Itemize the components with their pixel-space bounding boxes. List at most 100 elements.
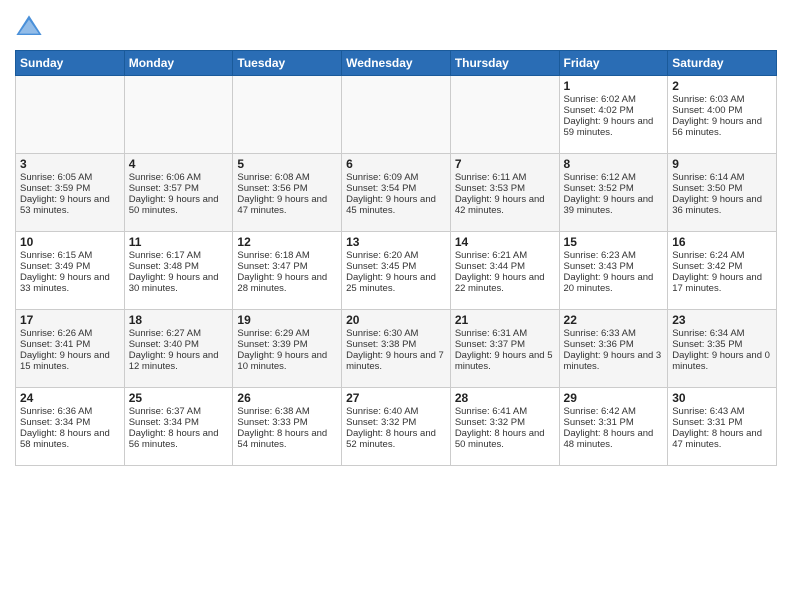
day-number: 25: [129, 391, 229, 405]
day-number: 18: [129, 313, 229, 327]
logo: [15, 14, 47, 42]
cell-info-line: Sunrise: 6:37 AM: [129, 406, 229, 417]
weekday-header-wednesday: Wednesday: [342, 51, 451, 76]
cell-info-line: Sunrise: 6:20 AM: [346, 250, 446, 261]
calendar-cell: [124, 76, 233, 154]
cell-info-line: Sunset: 3:36 PM: [564, 339, 664, 350]
calendar-cell: [450, 76, 559, 154]
cell-info-line: Sunset: 3:54 PM: [346, 183, 446, 194]
cell-info-line: Sunrise: 6:36 AM: [20, 406, 120, 417]
cell-info-line: Sunrise: 6:21 AM: [455, 250, 555, 261]
calendar-cell: 8Sunrise: 6:12 AMSunset: 3:52 PMDaylight…: [559, 154, 668, 232]
cell-info-line: Sunset: 3:45 PM: [346, 261, 446, 272]
calendar-cell: 1Sunrise: 6:02 AMSunset: 4:02 PMDaylight…: [559, 76, 668, 154]
cell-info-line: Sunset: 3:47 PM: [237, 261, 337, 272]
cell-info-line: Sunset: 3:57 PM: [129, 183, 229, 194]
weekday-header-tuesday: Tuesday: [233, 51, 342, 76]
cell-info-line: Sunset: 3:37 PM: [455, 339, 555, 350]
cell-info-line: Sunset: 3:48 PM: [129, 261, 229, 272]
week-row-5: 24Sunrise: 6:36 AMSunset: 3:34 PMDayligh…: [16, 388, 777, 466]
calendar-cell: 12Sunrise: 6:18 AMSunset: 3:47 PMDayligh…: [233, 232, 342, 310]
cell-info-line: Sunrise: 6:03 AM: [672, 94, 772, 105]
cell-info-line: Sunset: 3:35 PM: [672, 339, 772, 350]
cell-info-line: Sunrise: 6:33 AM: [564, 328, 664, 339]
calendar-cell: 18Sunrise: 6:27 AMSunset: 3:40 PMDayligh…: [124, 310, 233, 388]
day-number: 5: [237, 157, 337, 171]
calendar-cell: 30Sunrise: 6:43 AMSunset: 3:31 PMDayligh…: [668, 388, 777, 466]
cell-info-line: Sunset: 3:42 PM: [672, 261, 772, 272]
cell-info-line: Sunrise: 6:30 AM: [346, 328, 446, 339]
calendar-cell: 15Sunrise: 6:23 AMSunset: 3:43 PMDayligh…: [559, 232, 668, 310]
calendar-cell: 22Sunrise: 6:33 AMSunset: 3:36 PMDayligh…: [559, 310, 668, 388]
day-number: 23: [672, 313, 772, 327]
week-row-4: 17Sunrise: 6:26 AMSunset: 3:41 PMDayligh…: [16, 310, 777, 388]
cell-info-line: Sunrise: 6:11 AM: [455, 172, 555, 183]
cell-info-line: Daylight: 9 hours and 25 minutes.: [346, 272, 446, 294]
calendar-cell: [16, 76, 125, 154]
cell-info-line: Daylight: 9 hours and 45 minutes.: [346, 194, 446, 216]
cell-info-line: Sunrise: 6:27 AM: [129, 328, 229, 339]
cell-info-line: Daylight: 8 hours and 47 minutes.: [672, 428, 772, 450]
day-number: 15: [564, 235, 664, 249]
calendar-cell: 27Sunrise: 6:40 AMSunset: 3:32 PMDayligh…: [342, 388, 451, 466]
calendar-cell: 5Sunrise: 6:08 AMSunset: 3:56 PMDaylight…: [233, 154, 342, 232]
cell-info-line: Sunset: 3:38 PM: [346, 339, 446, 350]
cell-info-line: Daylight: 8 hours and 58 minutes.: [20, 428, 120, 450]
calendar-cell: 28Sunrise: 6:41 AMSunset: 3:32 PMDayligh…: [450, 388, 559, 466]
cell-info-line: Sunrise: 6:38 AM: [237, 406, 337, 417]
cell-info-line: Daylight: 8 hours and 56 minutes.: [129, 428, 229, 450]
cell-info-line: Sunset: 3:32 PM: [455, 417, 555, 428]
calendar-cell: 10Sunrise: 6:15 AMSunset: 3:49 PMDayligh…: [16, 232, 125, 310]
day-number: 3: [20, 157, 120, 171]
week-row-2: 3Sunrise: 6:05 AMSunset: 3:59 PMDaylight…: [16, 154, 777, 232]
cell-info-line: Sunrise: 6:09 AM: [346, 172, 446, 183]
calendar-cell: 29Sunrise: 6:42 AMSunset: 3:31 PMDayligh…: [559, 388, 668, 466]
cell-info-line: Sunrise: 6:05 AM: [20, 172, 120, 183]
cell-info-line: Sunrise: 6:29 AM: [237, 328, 337, 339]
calendar-cell: 16Sunrise: 6:24 AMSunset: 3:42 PMDayligh…: [668, 232, 777, 310]
cell-info-line: Sunrise: 6:41 AM: [455, 406, 555, 417]
day-number: 16: [672, 235, 772, 249]
day-number: 11: [129, 235, 229, 249]
cell-info-line: Daylight: 9 hours and 15 minutes.: [20, 350, 120, 372]
weekday-header-sunday: Sunday: [16, 51, 125, 76]
cell-info-line: Daylight: 9 hours and 59 minutes.: [564, 116, 664, 138]
cell-info-line: Sunrise: 6:26 AM: [20, 328, 120, 339]
calendar-cell: 21Sunrise: 6:31 AMSunset: 3:37 PMDayligh…: [450, 310, 559, 388]
cell-info-line: Daylight: 9 hours and 36 minutes.: [672, 194, 772, 216]
cell-info-line: Sunrise: 6:08 AM: [237, 172, 337, 183]
cell-info-line: Sunset: 3:32 PM: [346, 417, 446, 428]
cell-info-line: Daylight: 9 hours and 12 minutes.: [129, 350, 229, 372]
day-number: 4: [129, 157, 229, 171]
calendar-cell: 13Sunrise: 6:20 AMSunset: 3:45 PMDayligh…: [342, 232, 451, 310]
cell-info-line: Daylight: 9 hours and 7 minutes.: [346, 350, 446, 372]
day-number: 19: [237, 313, 337, 327]
cell-info-line: Sunset: 3:41 PM: [20, 339, 120, 350]
day-number: 28: [455, 391, 555, 405]
cell-info-line: Daylight: 8 hours and 48 minutes.: [564, 428, 664, 450]
calendar-cell: 25Sunrise: 6:37 AMSunset: 3:34 PMDayligh…: [124, 388, 233, 466]
day-number: 1: [564, 79, 664, 93]
cell-info-line: Daylight: 9 hours and 50 minutes.: [129, 194, 229, 216]
day-number: 6: [346, 157, 446, 171]
cell-info-line: Sunset: 3:56 PM: [237, 183, 337, 194]
week-row-1: 1Sunrise: 6:02 AMSunset: 4:02 PMDaylight…: [16, 76, 777, 154]
cell-info-line: Sunrise: 6:18 AM: [237, 250, 337, 261]
cell-info-line: Sunset: 4:00 PM: [672, 105, 772, 116]
cell-info-line: Daylight: 8 hours and 52 minutes.: [346, 428, 446, 450]
cell-info-line: Sunrise: 6:43 AM: [672, 406, 772, 417]
cell-info-line: Daylight: 9 hours and 30 minutes.: [129, 272, 229, 294]
day-number: 13: [346, 235, 446, 249]
day-number: 22: [564, 313, 664, 327]
cell-info-line: Daylight: 9 hours and 10 minutes.: [237, 350, 337, 372]
day-number: 29: [564, 391, 664, 405]
calendar-cell: [233, 76, 342, 154]
cell-info-line: Daylight: 9 hours and 0 minutes.: [672, 350, 772, 372]
cell-info-line: Daylight: 9 hours and 5 minutes.: [455, 350, 555, 372]
cell-info-line: Sunrise: 6:15 AM: [20, 250, 120, 261]
cell-info-line: Daylight: 9 hours and 33 minutes.: [20, 272, 120, 294]
day-number: 2: [672, 79, 772, 93]
cell-info-line: Daylight: 8 hours and 54 minutes.: [237, 428, 337, 450]
week-row-3: 10Sunrise: 6:15 AMSunset: 3:49 PMDayligh…: [16, 232, 777, 310]
cell-info-line: Sunset: 3:43 PM: [564, 261, 664, 272]
